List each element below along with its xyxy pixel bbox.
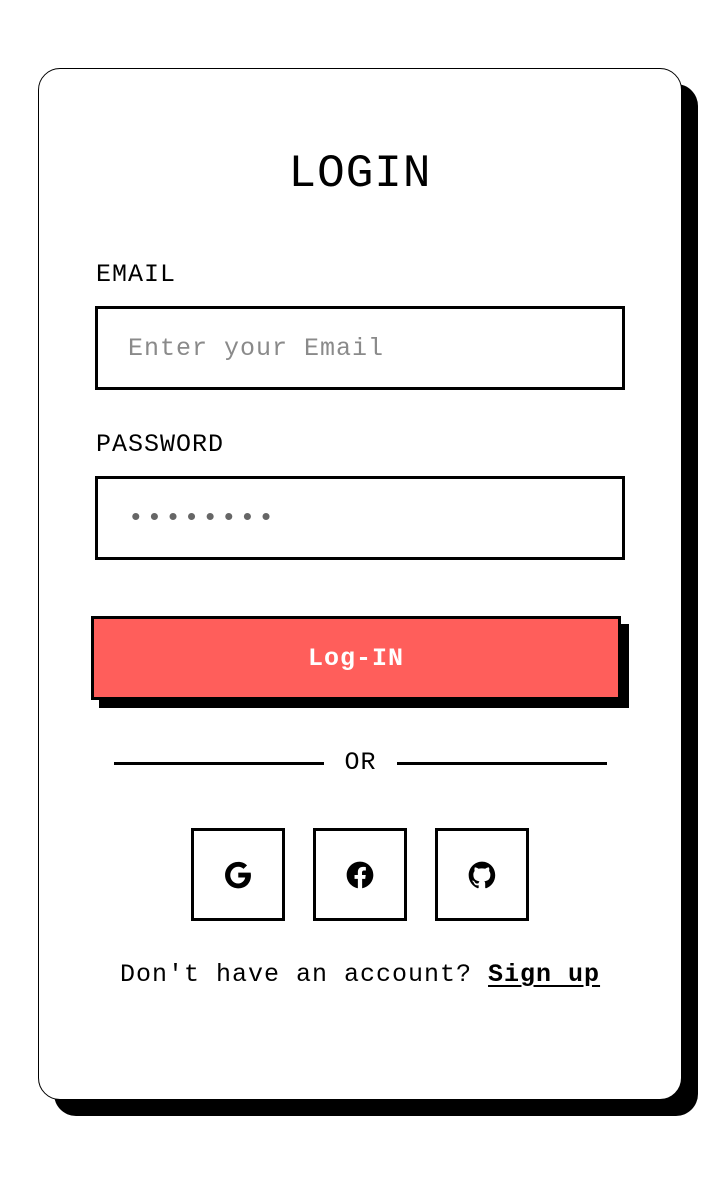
- email-field[interactable]: [95, 306, 625, 390]
- google-login-button[interactable]: [191, 828, 285, 921]
- page-title: LOGIN: [288, 148, 432, 200]
- login-button[interactable]: Log-IN: [91, 616, 621, 700]
- google-icon: [225, 861, 251, 888]
- github-icon: [468, 861, 496, 888]
- github-login-button[interactable]: [435, 828, 529, 921]
- divider-or-text: OR: [344, 748, 377, 777]
- divider-line-left: [114, 762, 324, 765]
- facebook-icon: [346, 861, 374, 888]
- signup-link[interactable]: Sign up: [488, 960, 600, 989]
- password-label: PASSWORD: [96, 430, 225, 459]
- email-label: EMAIL: [96, 260, 177, 289]
- login-page: LOGIN EMAIL PASSWORD •••••••• Log-IN OR …: [0, 0, 720, 1187]
- signup-prompt: Don't have an account? Sign up: [100, 958, 620, 992]
- login-card: [38, 68, 682, 1100]
- facebook-login-button[interactable]: [313, 828, 407, 921]
- password-field[interactable]: [95, 476, 625, 560]
- signup-prompt-text: Don't have an account?: [119, 960, 472, 989]
- divider-line-right: [397, 762, 607, 765]
